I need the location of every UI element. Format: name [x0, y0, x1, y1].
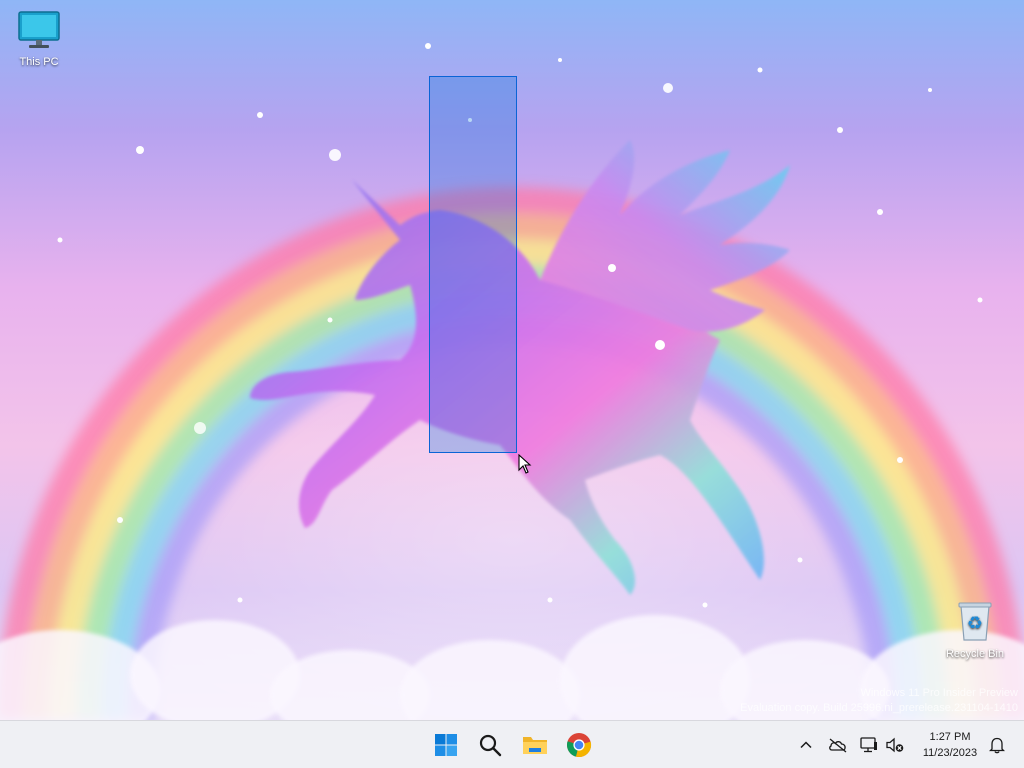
folder-icon [523, 737, 547, 754]
notification-center-button[interactable] [986, 734, 1008, 756]
search-button[interactable] [472, 727, 508, 763]
desktop[interactable]: This PC ♻ Recycle Bin Windows 11 Pro Ins… [0, 0, 1024, 720]
build-watermark: Windows 11 Pro Insider Preview Evaluatio… [740, 686, 1018, 716]
this-pc-label: This PC [19, 56, 59, 68]
svg-text:♻: ♻ [967, 613, 983, 634]
clock-date: 11/23/2023 [922, 747, 978, 759]
onedrive-offline-icon [829, 738, 847, 753]
mouse-cursor-icon [518, 454, 532, 474]
watermark-line-2: Evaluation copy. Build 25996.ni_prerelea… [740, 702, 1018, 714]
recycle-bin-label: Recycle Bin [945, 648, 1005, 660]
volume-muted-icon [886, 737, 904, 753]
clock-time: 1:27 PM [929, 731, 971, 743]
desktop-icon-recycle-bin[interactable]: ♻ Recycle Bin [940, 600, 1010, 660]
network-tray-button[interactable] [858, 734, 880, 756]
search-icon [479, 734, 502, 757]
taskbar: 1:27 PM 11/23/2023 [0, 720, 1024, 768]
start-button[interactable] [428, 727, 464, 763]
volume-tray-button[interactable] [884, 734, 906, 756]
selection-rectangle [429, 76, 517, 453]
notification-bell-icon [989, 737, 1005, 754]
show-hidden-icons-button[interactable] [795, 734, 817, 756]
file-explorer-button[interactable] [517, 727, 553, 763]
clock[interactable]: 1:27 PM 11/23/2023 [912, 729, 988, 761]
recycle-bin-icon: ♻ [958, 602, 992, 641]
desktop-icon-this-pc[interactable]: This PC [4, 10, 74, 68]
watermark-line-1: Windows 11 Pro Insider Preview [860, 687, 1018, 699]
chrome-button[interactable] [561, 727, 597, 763]
network-icon [860, 737, 877, 753]
monitor-icon [18, 11, 60, 48]
chrome-icon [566, 733, 592, 758]
chevron-up-icon [800, 741, 812, 749]
onedrive-tray-button[interactable] [827, 734, 849, 756]
windows-start-icon [435, 734, 457, 756]
